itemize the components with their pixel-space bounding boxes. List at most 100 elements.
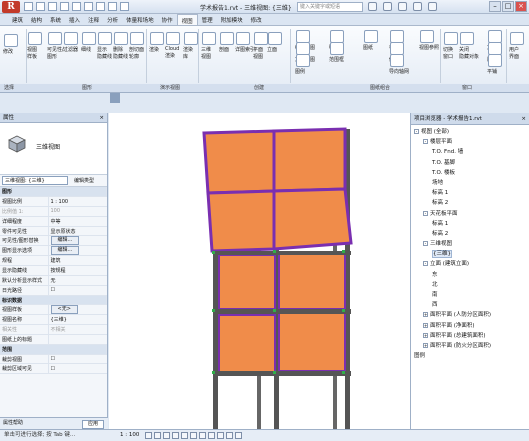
expand-icon[interactable]: + xyxy=(423,342,428,348)
view-instance-dropdown[interactable]: 三维视图: {三维} xyxy=(2,176,68,185)
property-value[interactable]: ☐ xyxy=(48,285,107,296)
render-dialog-icon[interactable] xyxy=(181,432,188,439)
browser-tree-item[interactable]: 西 xyxy=(411,300,529,310)
browser-tree-item[interactable]: - 立面 (建筑立面) xyxy=(411,259,529,269)
property-category[interactable]: 图形 xyxy=(0,187,107,198)
close-button[interactable]: × xyxy=(515,1,527,12)
tab-0[interactable]: 建筑 xyxy=(8,14,27,25)
property-value[interactable]: 编辑... xyxy=(48,245,107,257)
browser-tree-item[interactable]: + 面积平面 (总建筑面积) xyxy=(411,331,529,341)
subscription-icon[interactable] xyxy=(383,2,392,11)
apply-button[interactable]: 应用 xyxy=(81,420,104,429)
ribbon-button-21[interactable] xyxy=(364,30,378,43)
browser-tree-item[interactable]: 标高 2 xyxy=(411,229,529,239)
browser-tree-item[interactable]: T.O. 基脚 xyxy=(411,158,529,168)
ribbon-group-1[interactable]: 图形 xyxy=(82,84,92,93)
ribbon-button-14[interactable] xyxy=(254,32,268,45)
tab-3[interactable]: 插入 xyxy=(65,14,84,25)
property-edit-button[interactable]: 编辑... xyxy=(50,236,80,245)
expand-icon[interactable]: + xyxy=(423,312,428,318)
ribbon-button-11[interactable] xyxy=(202,32,216,45)
detail-level-icon[interactable] xyxy=(145,432,152,439)
tab-1[interactable]: 结构 xyxy=(27,14,46,25)
browser-tree-item[interactable]: 南 xyxy=(411,290,529,300)
ribbon-button-24[interactable] xyxy=(390,54,404,67)
tab-11[interactable]: 修改 xyxy=(247,14,266,25)
tab-7[interactable]: 协作 xyxy=(158,14,177,25)
close-browser-button[interactable]: × xyxy=(521,113,526,125)
crop-region-icon[interactable] xyxy=(199,432,206,439)
property-value[interactable]: <无> xyxy=(48,304,107,316)
ribbon-group-5[interactable]: 窗口 xyxy=(462,84,472,93)
browser-tree-item[interactable]: - 三维视图 xyxy=(411,239,529,249)
property-value[interactable]: 显示原状态 xyxy=(48,226,107,237)
temporary-hide-icon[interactable] xyxy=(217,432,224,439)
ribbon-button-10[interactable] xyxy=(184,32,198,45)
collapse-icon[interactable]: - xyxy=(423,241,428,247)
property-value[interactable]: 1 : 100 xyxy=(48,196,107,208)
ribbon-button-4[interactable] xyxy=(82,32,96,45)
tab-10[interactable]: 附加模块 xyxy=(217,14,247,25)
save-icon[interactable] xyxy=(36,2,45,11)
browser-tree-item[interactable]: - 视图 (全部) xyxy=(411,127,529,137)
redo-icon[interactable] xyxy=(60,2,69,11)
undo-icon[interactable] xyxy=(48,2,57,11)
ribbon-button-7[interactable] xyxy=(130,32,144,45)
browser-tree-item[interactable]: + 面积平面 (防火分区面积) xyxy=(411,341,529,351)
ribbon-button-6[interactable] xyxy=(114,32,128,45)
binoculars-icon[interactable] xyxy=(368,2,377,11)
application-menu-button[interactable]: R xyxy=(2,1,20,13)
browser-tree-item[interactable]: 标高 1 xyxy=(411,188,529,198)
collapse-icon[interactable]: - xyxy=(423,261,428,267)
ribbon-group-0[interactable]: 选择 xyxy=(4,84,14,93)
crop-view-icon[interactable] xyxy=(190,432,197,439)
type-selector[interactable]: 三维视图 xyxy=(0,123,107,175)
property-value[interactable]: ☐ xyxy=(48,354,107,365)
ribbon-button-18[interactable] xyxy=(296,54,310,67)
property-value[interactable] xyxy=(48,334,107,345)
browser-tree-item[interactable]: {三维} xyxy=(411,249,529,259)
tab-5[interactable]: 分析 xyxy=(103,14,122,25)
browser-tree-item[interactable]: + 面积平面 (人防分区面积) xyxy=(411,310,529,320)
property-edit-button[interactable]: 编辑... xyxy=(50,246,80,255)
analytical-model-icon[interactable] xyxy=(235,432,242,439)
property-category[interactable]: 标识数据 xyxy=(0,295,107,306)
print-icon[interactable] xyxy=(72,2,81,11)
shadows-icon[interactable] xyxy=(172,432,179,439)
property-value[interactable]: ☐ xyxy=(48,363,107,375)
ribbon-group-4[interactable]: 图纸组合 xyxy=(370,84,390,93)
browser-tree-item[interactable]: 场地 xyxy=(411,178,529,188)
tab-4[interactable]: 注释 xyxy=(84,14,103,25)
browser-tree-item[interactable]: - 天花板平面 xyxy=(411,209,529,219)
view-scale[interactable]: 1 : 100 xyxy=(120,430,139,441)
section-icon[interactable] xyxy=(120,2,129,11)
ribbon-button-8[interactable] xyxy=(150,32,164,45)
communication-icon[interactable] xyxy=(398,2,407,11)
reveal-hidden-icon[interactable] xyxy=(226,432,233,439)
property-value[interactable]: 中等 xyxy=(48,216,107,227)
browser-tree-item[interactable]: - 楼层平面 xyxy=(411,137,529,147)
3d-view-icon[interactable] xyxy=(108,2,117,11)
property-value[interactable]: {三维} xyxy=(48,314,107,326)
ribbon-group-2[interactable]: 演示视图 xyxy=(160,84,180,93)
3d-view-canvas[interactable] xyxy=(109,113,410,429)
ribbon-button-9[interactable] xyxy=(166,32,180,45)
maximize-button[interactable]: □ xyxy=(502,1,514,12)
property-value[interactable]: 编辑... xyxy=(48,235,107,247)
expand-icon[interactable]: + xyxy=(423,332,428,338)
ribbon-button-25[interactable] xyxy=(420,30,434,43)
tab-6[interactable]: 体量和场地 xyxy=(122,14,158,25)
lock-view-icon[interactable] xyxy=(208,432,215,439)
ribbon-button-31[interactable] xyxy=(510,32,524,45)
collapse-icon[interactable]: - xyxy=(414,129,419,134)
ribbon-button-20[interactable] xyxy=(330,42,344,55)
measure-icon[interactable] xyxy=(84,2,93,11)
ribbon-button-13[interactable] xyxy=(236,32,250,45)
browser-tree-item[interactable]: + 面积平面 (净面积) xyxy=(411,321,529,331)
tab-9[interactable]: 管理 xyxy=(198,14,217,25)
properties-help-link[interactable]: 属性帮助 xyxy=(3,420,23,426)
browser-tree-item[interactable]: 标高 2 xyxy=(411,198,529,208)
property-value[interactable]: 无 xyxy=(48,275,107,286)
help-icon[interactable] xyxy=(428,2,437,11)
close-properties-button[interactable]: × xyxy=(99,113,104,123)
